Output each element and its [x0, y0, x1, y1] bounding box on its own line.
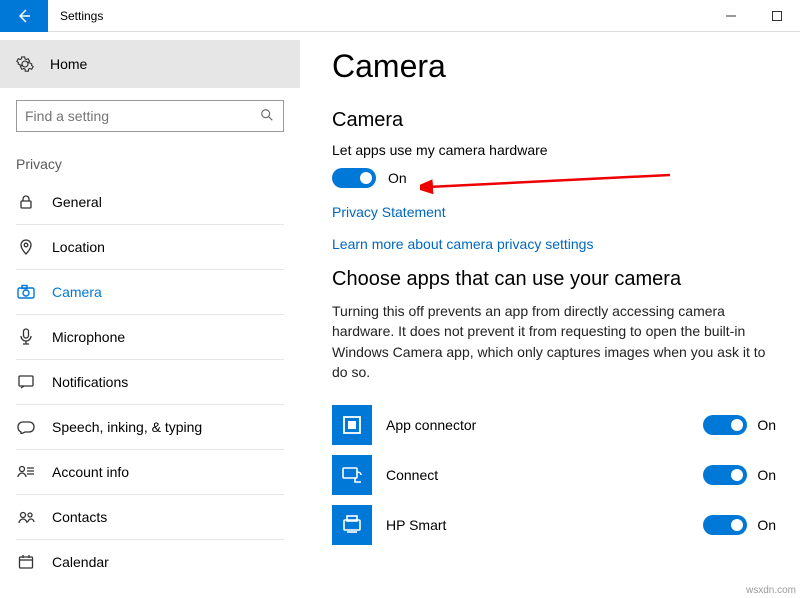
calendar-icon [16, 552, 36, 572]
sidebar-home-label: Home [50, 56, 87, 72]
sidebar-item-camera[interactable]: Camera [0, 270, 300, 314]
main-content: Camera Camera Let apps use my camera har… [320, 32, 800, 598]
maximize-button[interactable] [754, 0, 800, 32]
app-row-connect: Connect On [332, 450, 776, 500]
back-button[interactable] [0, 0, 48, 32]
sidebar-item-label: Account info [52, 464, 129, 480]
section-title-choose-apps: Choose apps that can use your camera [332, 268, 776, 291]
app-label: HP Smart [386, 517, 703, 533]
section-title-camera: Camera [332, 109, 776, 132]
toggle-state-label: On [757, 467, 776, 483]
camera-master-toggle[interactable] [332, 168, 376, 188]
section-desc-camera: Let apps use my camera hardware [332, 142, 776, 158]
microphone-icon [16, 327, 36, 347]
sidebar-item-general[interactable]: General [0, 180, 300, 224]
titlebar: Settings [0, 0, 800, 32]
toggle-state-label: On [757, 517, 776, 533]
sidebar: Home Privacy General Location Camera Mic… [0, 32, 300, 598]
search-icon [259, 108, 275, 125]
app-label: Connect [386, 467, 703, 483]
sidebar-home[interactable]: Home [0, 40, 300, 88]
connect-toggle[interactable] [703, 465, 747, 485]
page-heading: Camera [332, 48, 776, 85]
window-controls [708, 0, 800, 32]
app-row-app-connector: App connector On [332, 400, 776, 450]
sidebar-item-label: Microphone [52, 329, 125, 345]
sidebar-item-contacts[interactable]: Contacts [0, 495, 300, 539]
sidebar-item-account[interactable]: Account info [0, 450, 300, 494]
sidebar-item-label: Camera [52, 284, 102, 300]
sidebar-item-microphone[interactable]: Microphone [0, 315, 300, 359]
learn-more-link[interactable]: Learn more about camera privacy settings [332, 236, 776, 252]
location-icon [16, 237, 36, 257]
search-box[interactable] [16, 100, 284, 132]
hp-smart-toggle[interactable] [703, 515, 747, 535]
camera-icon [16, 282, 36, 302]
camera-master-toggle-row: On [332, 168, 776, 188]
sidebar-item-label: Notifications [52, 374, 128, 390]
sidebar-item-label: Contacts [52, 509, 107, 525]
search-input[interactable] [25, 108, 259, 124]
privacy-statement-link[interactable]: Privacy Statement [332, 204, 776, 220]
app-row-hp-smart: HP Smart On [332, 500, 776, 550]
window-title: Settings [48, 9, 103, 23]
connect-icon [332, 455, 372, 495]
watermark: wsxdn.com [746, 585, 796, 596]
sidebar-item-label: Speech, inking, & typing [52, 419, 202, 435]
sidebar-item-notifications[interactable]: Notifications [0, 360, 300, 404]
account-icon [16, 462, 36, 482]
sidebar-item-label: Location [52, 239, 105, 255]
camera-master-toggle-label: On [388, 170, 407, 186]
app-connector-icon [332, 405, 372, 445]
sidebar-item-calendar[interactable]: Calendar [0, 540, 300, 584]
sidebar-item-location[interactable]: Location [0, 225, 300, 269]
minimize-button[interactable] [708, 0, 754, 32]
section-desc-choose-apps: Turning this off prevents an app from di… [332, 301, 776, 382]
sidebar-item-label: Calendar [52, 554, 109, 570]
arrow-left-icon [16, 8, 32, 24]
toggle-state-label: On [757, 417, 776, 433]
contacts-icon [16, 507, 36, 527]
app-label: App connector [386, 417, 703, 433]
notifications-icon [16, 372, 36, 392]
sidebar-item-label: General [52, 194, 102, 210]
sidebar-item-speech[interactable]: Speech, inking, & typing [0, 405, 300, 449]
gear-icon [16, 55, 34, 73]
hp-smart-icon [332, 505, 372, 545]
app-connector-toggle[interactable] [703, 415, 747, 435]
lock-icon [16, 192, 36, 212]
sidebar-section-label: Privacy [0, 132, 300, 180]
speech-icon [16, 417, 36, 437]
